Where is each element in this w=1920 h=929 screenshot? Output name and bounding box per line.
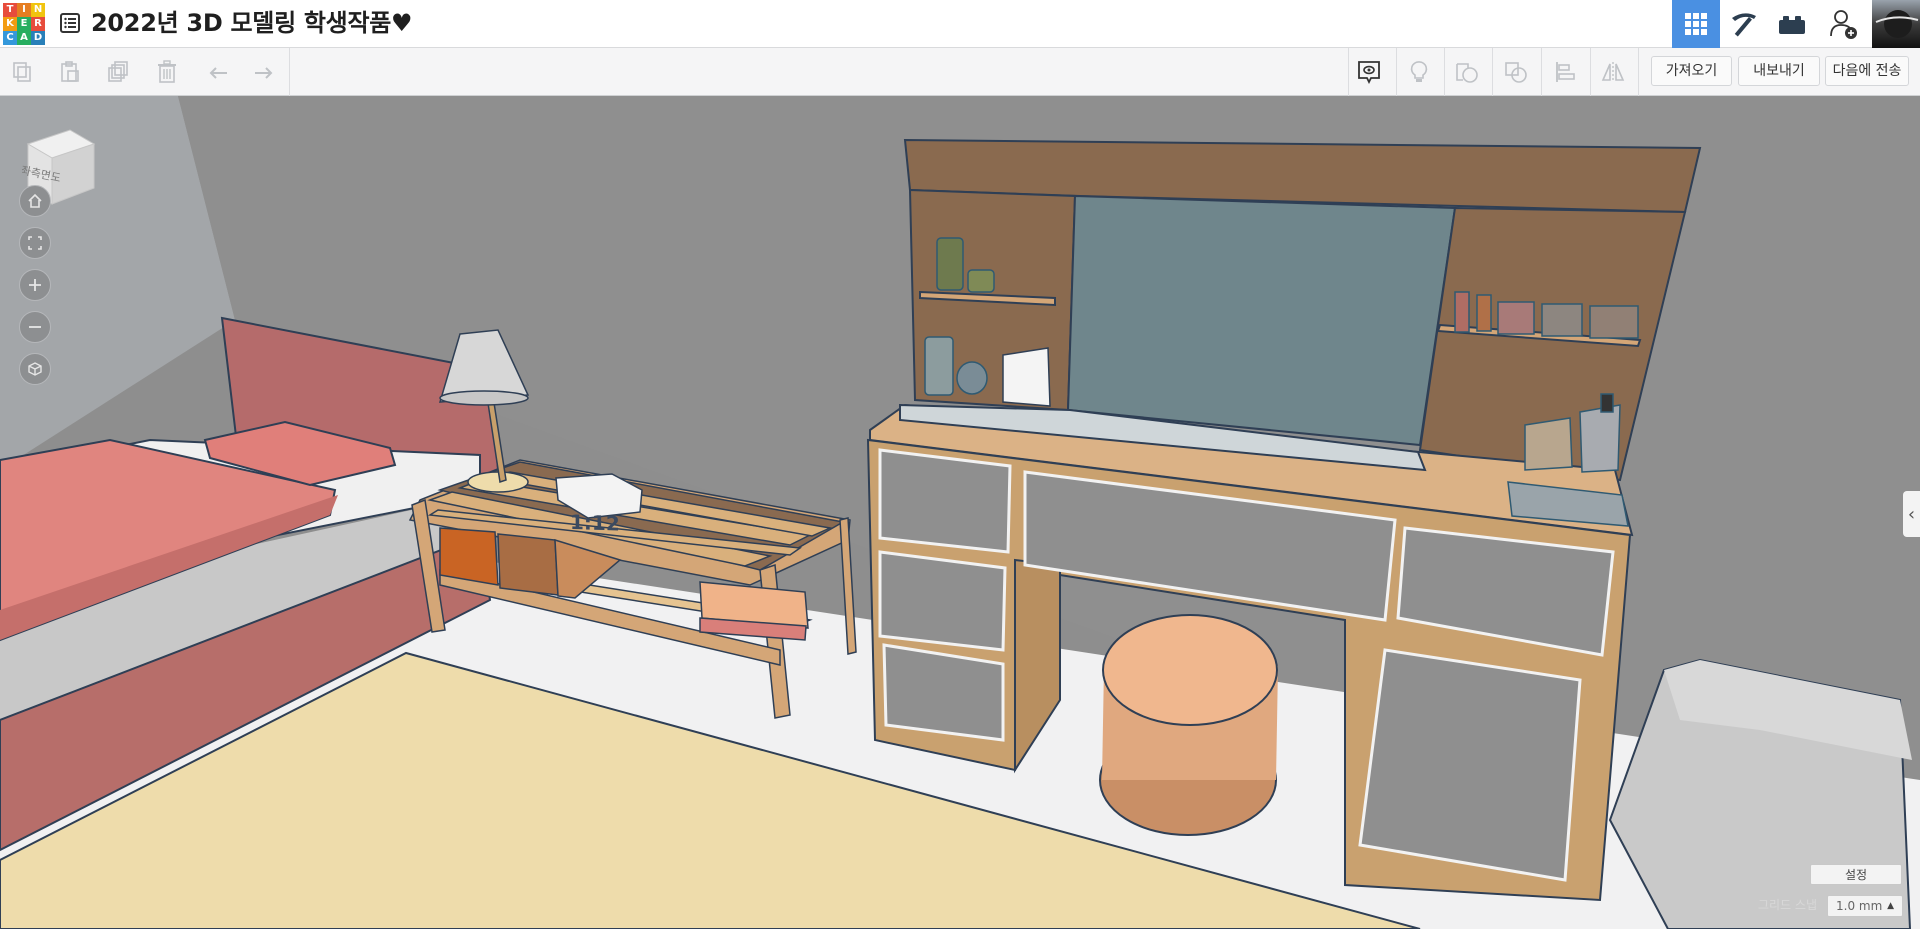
mirror-icon xyxy=(1601,62,1625,82)
chevron-left-icon: ‹ xyxy=(1907,503,1916,525)
mirror-button[interactable] xyxy=(1597,56,1629,88)
grid-snap-label: 그리드 스냅 xyxy=(1758,898,1818,912)
ortho-view-button[interactable] xyxy=(19,353,51,385)
shape-icon xyxy=(1456,63,1478,83)
zoom-out-button[interactable] xyxy=(19,311,51,343)
grid-snap-select[interactable]: 1.0 mm ▲ xyxy=(1827,895,1903,917)
paste-icon xyxy=(61,61,79,82)
redo-icon xyxy=(255,67,273,79)
home-icon xyxy=(28,193,42,208)
3d-scene[interactable]: 1:12 xyxy=(0,96,1920,929)
ortho-icon xyxy=(28,362,42,376)
copy-icon xyxy=(13,62,31,82)
send-to-button[interactable]: 다음에 전송 xyxy=(1825,56,1909,86)
top-header: TINKERCAD 2022년 3D 모델링 학생작품♥ xyxy=(0,0,1920,48)
logo-letter: T xyxy=(3,3,17,17)
paste-button[interactable] xyxy=(54,56,86,88)
brick-icon xyxy=(1779,16,1805,34)
light-button[interactable] xyxy=(1403,56,1435,88)
add-user-icon xyxy=(1830,10,1857,39)
delete-icon xyxy=(158,60,176,83)
logo-letter: D xyxy=(31,31,45,45)
tinkercad-logo[interactable]: TINKERCAD xyxy=(3,3,45,45)
codeblocks-view-button[interactable] xyxy=(1720,0,1768,48)
hole-icon xyxy=(1505,62,1527,83)
undo-button[interactable] xyxy=(202,56,234,88)
zoom-out-icon xyxy=(29,326,41,328)
logo-letter: I xyxy=(17,3,31,17)
caret-up-icon: ▲ xyxy=(1887,901,1894,911)
shape-button[interactable] xyxy=(1451,56,1483,88)
grid-snap-value: 1.0 mm xyxy=(1836,899,1883,913)
logo-letter: E xyxy=(17,17,31,31)
user-avatar[interactable] xyxy=(1872,0,1920,48)
notes-icon xyxy=(1358,61,1380,85)
copy-button[interactable] xyxy=(6,56,38,88)
fit-icon xyxy=(28,236,42,250)
invite-user-button[interactable] xyxy=(1820,0,1868,48)
logo-letter: R xyxy=(31,17,45,31)
redo-button[interactable] xyxy=(248,56,280,88)
duplicate-button[interactable] xyxy=(102,56,134,88)
drawer-top-left xyxy=(878,448,1012,554)
import-button[interactable]: 가져오기 xyxy=(1651,56,1732,86)
zoom-in-button[interactable] xyxy=(19,269,51,301)
hole-button[interactable] xyxy=(1500,56,1532,88)
zoom-in-icon xyxy=(29,279,41,291)
duplicate-icon xyxy=(108,61,128,82)
notes-button[interactable] xyxy=(1353,56,1385,88)
logo-letter: K xyxy=(3,17,17,31)
logo-letter: C xyxy=(3,31,17,45)
align-icon xyxy=(1556,62,1575,82)
align-button[interactable] xyxy=(1549,56,1581,88)
pickaxe-icon xyxy=(1732,13,1756,37)
delete-button[interactable] xyxy=(151,56,183,88)
home-view-button[interactable] xyxy=(19,185,51,217)
clock-text: 1:12 xyxy=(570,510,620,536)
3d-design-view-button[interactable] xyxy=(1672,0,1720,48)
collapse-panel-tab[interactable]: ‹ xyxy=(1903,491,1920,537)
settings-button[interactable]: 설정 xyxy=(1810,864,1902,885)
fit-view-button[interactable] xyxy=(19,227,51,259)
export-button[interactable]: 내보내기 xyxy=(1738,56,1820,86)
drawer-cabinet-right xyxy=(1358,648,1582,882)
design-list-icon[interactable] xyxy=(59,12,81,34)
3d-workplane-viewport[interactable]: 1:12 좌측면도 ‹ xyxy=(0,96,1920,929)
logo-letter: A xyxy=(17,31,31,45)
storage-box xyxy=(1608,658,1912,929)
drawer-mid-left xyxy=(878,550,1007,652)
light-icon xyxy=(1410,61,1428,82)
undo-icon xyxy=(209,67,227,79)
design-title[interactable]: 2022년 3D 모델링 학생작품♥ xyxy=(91,7,413,39)
edit-toolbar: 가져오기 내보내기 다음에 전송 xyxy=(0,48,1920,96)
bricks-view-button[interactable] xyxy=(1768,0,1816,48)
grid-icon xyxy=(1685,13,1707,35)
logo-letter: N xyxy=(31,3,45,17)
stool xyxy=(1099,614,1278,836)
